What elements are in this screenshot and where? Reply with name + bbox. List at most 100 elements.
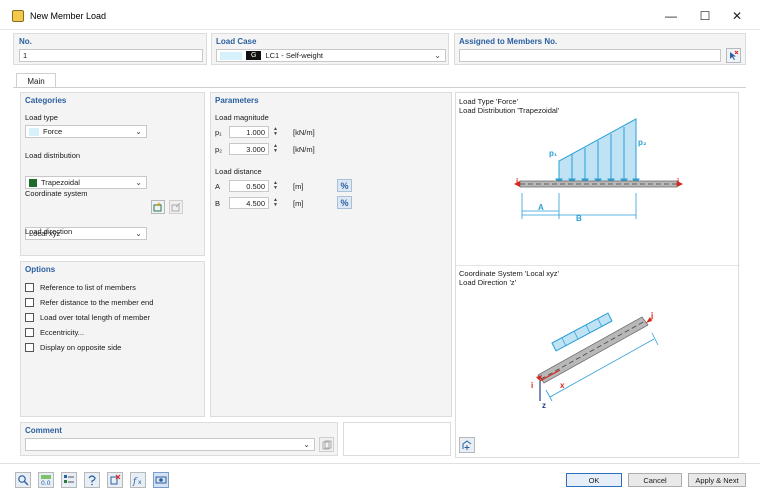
checkbox[interactable] — [25, 313, 34, 322]
option-total-length[interactable]: Load over total length of member — [25, 313, 150, 322]
members-icon[interactable] — [61, 472, 77, 488]
trapezoidal-icon — [29, 178, 37, 187]
load-type-label: Load type — [25, 113, 58, 122]
coordinate-diagram — [536, 312, 659, 402]
chevron-down-icon: ⌄ — [135, 127, 142, 136]
categories-panel: Categories Load type Force ⌄ Load distri… — [20, 92, 205, 291]
load-distance-label: Load distance — [215, 167, 262, 176]
formula-icon[interactable]: fx — [130, 472, 146, 488]
p1-unit: [kN/m] — [293, 128, 315, 137]
p1-spinner[interactable]: ▲ ▼ — [271, 126, 280, 138]
svg-text:0.0: 0.0 — [41, 480, 51, 486]
options-panel: Options Reference to list of members Ref… — [20, 261, 205, 417]
p2-unit: [kN/m] — [293, 145, 315, 154]
b-input[interactable]: 4.500 — [229, 197, 269, 209]
option-refer-distance[interactable]: Refer distance to the member end — [25, 298, 153, 307]
checkbox[interactable] — [25, 298, 34, 307]
maximize-button[interactable]: ☐ — [694, 6, 716, 26]
comment-library-icon[interactable] — [319, 437, 334, 452]
option-label: Refer distance to the member end — [40, 298, 154, 307]
minimize-button[interactable]: — — [660, 6, 682, 26]
b-spinner[interactable]: ▲ ▼ — [271, 197, 280, 209]
assigned-members-field[interactable] — [459, 49, 721, 62]
option-label: Eccentricity... — [40, 328, 85, 337]
number-panel: No. 1 — [13, 33, 207, 65]
comment-title: Comment — [25, 426, 62, 435]
app-icon — [12, 10, 24, 22]
new-coordinate-system-icon[interactable] — [151, 200, 165, 214]
delete-members-icon[interactable] — [107, 472, 123, 488]
comment-aux-panel — [343, 422, 451, 456]
a-label: A — [215, 182, 221, 191]
options-title: Options — [25, 265, 56, 274]
load-type-select[interactable]: Force ⌄ — [25, 125, 147, 138]
chevron-down-icon: ⌄ — [303, 440, 310, 449]
a-percent-toggle[interactable]: % — [337, 179, 352, 192]
apply-next-button[interactable]: Apply & Next — [688, 473, 746, 487]
preview-panel: Load Type 'Force' Load Distribution 'Tra… — [455, 92, 740, 458]
units-icon[interactable]: 0.0 — [38, 472, 54, 488]
option-opposite-side[interactable]: Display on opposite side — [25, 343, 121, 352]
comment-panel: Comment ⌄ — [20, 422, 338, 456]
load-distribution-value: Trapezoidal — [41, 178, 80, 187]
load-direction-label: Load direction — [25, 227, 73, 236]
assigned-panel: Assigned to Members No. — [454, 33, 746, 65]
load-case-tag: G — [246, 51, 262, 60]
j-coord-label: j — [651, 311, 654, 320]
comment-input[interactable]: ⌄ — [25, 438, 315, 451]
checkbox[interactable] — [25, 328, 34, 337]
help-icon[interactable] — [84, 472, 100, 488]
coord-preview-caption-2: Load Direction 'z' — [459, 278, 517, 287]
load-magnitude-label: Load magnitude — [215, 113, 269, 122]
load-case-panel: Load Case G LC1 - Self-weight ⌄ — [211, 33, 449, 65]
cancel-button[interactable]: Cancel — [628, 473, 682, 487]
i-diagram-label: i — [516, 177, 519, 186]
p2-input[interactable]: 3.000 — [229, 143, 269, 155]
tab-divider — [13, 87, 746, 88]
p1-input[interactable]: 1.000 — [229, 126, 269, 138]
close-button[interactable]: ✕ — [726, 6, 748, 26]
select-members-icon[interactable] — [726, 48, 741, 63]
checkbox[interactable] — [25, 283, 34, 292]
load-distribution-select[interactable]: Trapezoidal ⌄ — [25, 176, 147, 189]
title-bar: New Member Load — ☐ ✕ — [0, 0, 760, 30]
view-settings-icon[interactable] — [459, 437, 475, 453]
display-toggle-icon[interactable] — [153, 472, 169, 488]
chevron-down-icon: ⌄ — [135, 178, 142, 187]
preview-divider — [456, 265, 740, 266]
i-coord-label: i — [531, 381, 534, 390]
number-field[interactable]: 1 — [19, 49, 203, 62]
j-diagram-label: j — [677, 177, 680, 186]
option-label: Load over total length of member — [40, 313, 151, 322]
load-type-value: Force — [43, 127, 63, 136]
option-label: Display on opposite side — [40, 343, 122, 352]
p1-diagram-label: p₁ — [549, 149, 558, 158]
footer-divider — [0, 463, 760, 464]
chevron-down-icon: ⌄ — [434, 51, 441, 60]
load-case-label: Load Case — [216, 37, 257, 46]
z-axis-label: z — [542, 401, 546, 410]
p1-label: p₁ — [215, 128, 222, 137]
ok-button[interactable]: OK — [566, 473, 622, 487]
number-label: No. — [19, 37, 32, 46]
coord-preview-caption-1: Coordinate System 'Local xyz' — [459, 269, 559, 278]
parameters-title: Parameters — [215, 96, 259, 105]
b-percent-toggle[interactable]: % — [337, 196, 352, 209]
categories-title: Categories — [25, 96, 67, 105]
tab-main[interactable]: Main — [16, 73, 56, 88]
a-spinner[interactable]: ▲ ▼ — [271, 180, 280, 192]
edit-coordinate-system-icon[interactable] — [169, 200, 183, 214]
b-label: B — [215, 199, 221, 208]
a-input[interactable]: 0.500 — [229, 180, 269, 192]
load-distribution-label: Load distribution — [25, 151, 81, 160]
checkbox[interactable] — [25, 343, 34, 352]
search-icon[interactable] — [15, 472, 31, 488]
load-case-select[interactable]: G LC1 - Self-weight ⌄ — [216, 49, 446, 62]
p2-spinner[interactable]: ▲ ▼ — [271, 143, 280, 155]
option-eccentricity[interactable]: Eccentricity... — [25, 328, 84, 337]
option-label: Reference to list of members — [40, 283, 136, 292]
option-reference-list[interactable]: Reference to list of members — [25, 283, 136, 292]
p2-label: p₂ — [215, 145, 223, 154]
assigned-label: Assigned to Members No. — [459, 37, 558, 46]
a-diagram-label: A — [538, 203, 544, 212]
